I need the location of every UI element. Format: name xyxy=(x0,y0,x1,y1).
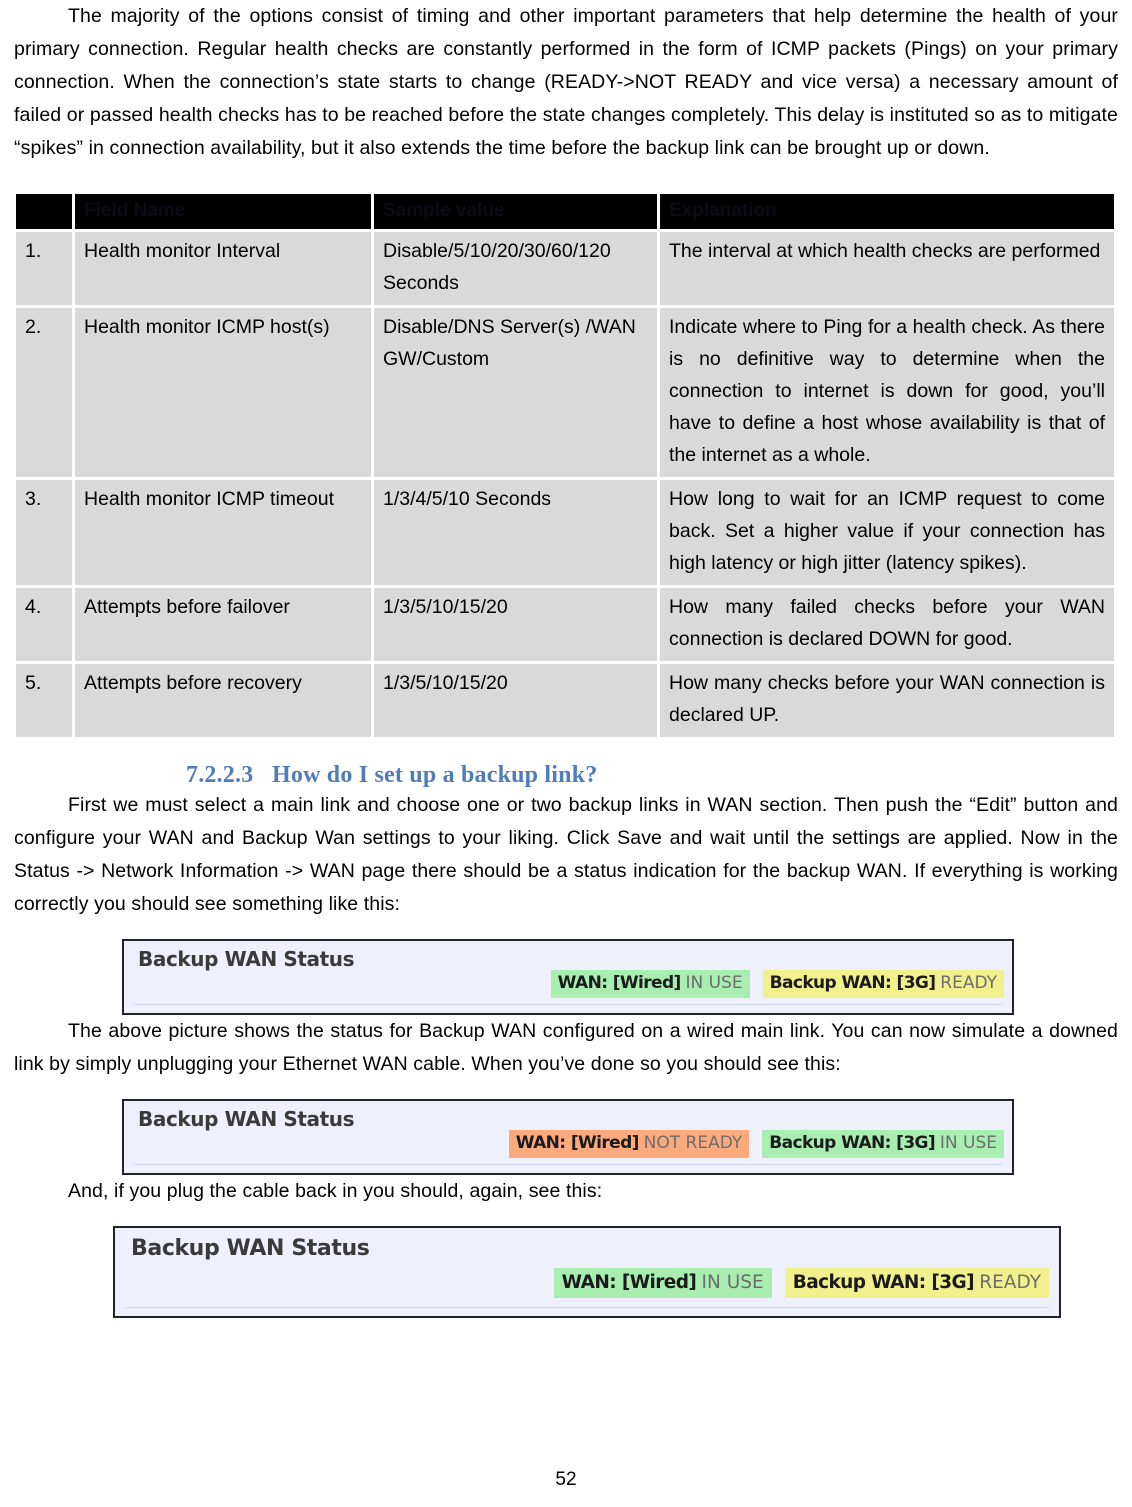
table-header-num xyxy=(16,194,72,229)
row-field-name: Health monitor ICMP host(s) xyxy=(75,308,371,477)
status-badge-backup-wan: Backup WAN: [3G] READY xyxy=(762,970,1004,998)
status-badge-row: WAN: [Wired] IN USE Backup WAN: [3G] REA… xyxy=(553,1268,1049,1298)
badge-state: READY xyxy=(979,1272,1041,1293)
panel-divider xyxy=(134,1004,1002,1005)
row-explanation: The interval at which health checks are … xyxy=(660,232,1114,305)
row-sample-value: Disable/DNS Server(s) /WAN GW/Custom xyxy=(374,308,657,477)
row-sample-value: 1/3/5/10/15/20 xyxy=(374,664,657,737)
intro-paragraph: The majority of the options consist of t… xyxy=(14,5,1118,159)
badge-label: Backup WAN: [3G] xyxy=(769,973,936,993)
health-monitor-options-table: Field Name Sample value Explanation 1. H… xyxy=(13,191,1117,740)
table-header-value: Sample value xyxy=(374,194,657,229)
badge-label: WAN: [Wired] xyxy=(515,1133,640,1153)
status-badge-wan: WAN: [Wired] NOT READY xyxy=(508,1130,750,1158)
badge-label: Backup WAN: [3G] xyxy=(769,1133,936,1153)
table-row: 2. Health monitor ICMP host(s) Disable/D… xyxy=(16,308,1114,477)
backup-wan-status-panel: Backup WAN Status WAN: [Wired] IN USE Ba… xyxy=(113,1226,1066,1323)
row-number: 4. xyxy=(16,588,72,661)
status-badge-backup-wan: Backup WAN: [3G] IN USE xyxy=(762,1130,1004,1158)
above-picture-paragraph: The above picture shows the status for B… xyxy=(14,1020,1118,1075)
status-badge-wan: WAN: [Wired] IN USE xyxy=(550,970,750,998)
backup-wan-status-panel: Backup WAN Status WAN: [Wired] NOT READY… xyxy=(122,1099,1019,1180)
panel-title: Backup WAN Status xyxy=(131,1236,370,1261)
panel-divider xyxy=(125,1307,1049,1308)
row-sample-value: Disable/5/10/20/30/60/120 Seconds xyxy=(374,232,657,305)
panel-divider xyxy=(134,1164,1002,1165)
row-number: 2. xyxy=(16,308,72,477)
row-field-name: Health monitor ICMP timeout xyxy=(75,480,371,585)
table-header-field: Field Name xyxy=(75,194,371,229)
howto-paragraph: First we must select a main link and cho… xyxy=(14,794,1118,915)
badge-label: WAN: [Wired] xyxy=(561,1272,697,1293)
status-badge-row: WAN: [Wired] IN USE Backup WAN: [3G] REA… xyxy=(550,970,1004,998)
row-explanation: How many failed checks before your WAN c… xyxy=(660,588,1114,661)
badge-state: IN USE xyxy=(939,1133,997,1153)
row-number: 3. xyxy=(16,480,72,585)
panel-title: Backup WAN Status xyxy=(138,1107,355,1131)
section-number: 7.2.2.3 xyxy=(186,762,254,788)
row-explanation: How long to wait for an ICMP request to … xyxy=(660,480,1114,585)
section-heading: 7.2.2.3 How do I set up a backup link? xyxy=(14,762,1118,789)
screenshot-backup-wan-status-2: Backup WAN Status WAN: [Wired] NOT READY… xyxy=(14,1099,1118,1180)
screenshot-backup-wan-status-3: Backup WAN Status WAN: [Wired] IN USE Ba… xyxy=(14,1226,1118,1323)
plug-back-paragraph: And, if you plug the cable back in you s… xyxy=(68,1180,603,1202)
status-badge-row: WAN: [Wired] NOT READY Backup WAN: [3G] … xyxy=(508,1130,1004,1158)
badge-state: IN USE xyxy=(701,1272,764,1293)
table-header-expl: Explanation xyxy=(660,194,1114,229)
table-row: 1. Health monitor Interval Disable/5/10/… xyxy=(16,232,1114,305)
status-badge-wan: WAN: [Wired] IN USE xyxy=(553,1268,772,1298)
badge-state: READY xyxy=(940,973,997,993)
backup-wan-status-panel: Backup WAN Status WAN: [Wired] IN USE Ba… xyxy=(122,939,1019,1020)
row-explanation: How many checks before your WAN connecti… xyxy=(660,664,1114,737)
section-title: How do I set up a backup link? xyxy=(272,762,598,788)
row-sample-value: 1/3/4/5/10 Seconds xyxy=(374,480,657,585)
badge-label: WAN: [Wired] xyxy=(557,973,682,993)
table-row: 5. Attempts before recovery 1/3/5/10/15/… xyxy=(16,664,1114,737)
row-field-name: Health monitor Interval xyxy=(75,232,371,305)
badge-state: NOT READY xyxy=(643,1133,743,1153)
row-number: 1. xyxy=(16,232,72,305)
page-number: 52 xyxy=(555,1469,577,1490)
panel-title: Backup WAN Status xyxy=(138,947,355,971)
row-explanation: Indicate where to Ping for a health chec… xyxy=(660,308,1114,477)
table-header-row: Field Name Sample value Explanation xyxy=(16,194,1114,229)
row-field-name: Attempts before failover xyxy=(75,588,371,661)
row-number: 5. xyxy=(16,664,72,737)
row-sample-value: 1/3/5/10/15/20 xyxy=(374,588,657,661)
screenshot-backup-wan-status-1: Backup WAN Status WAN: [Wired] IN USE Ba… xyxy=(14,939,1118,1020)
table-row: 4. Attempts before failover 1/3/5/10/15/… xyxy=(16,588,1114,661)
badge-state: IN USE xyxy=(685,973,743,993)
row-field-name: Attempts before recovery xyxy=(75,664,371,737)
document-page: The majority of the options consist of t… xyxy=(0,0,1132,1507)
status-badge-backup-wan: Backup WAN: [3G] READY xyxy=(784,1268,1049,1298)
badge-label: Backup WAN: [3G] xyxy=(792,1272,975,1293)
table-row: 3. Health monitor ICMP timeout 1/3/4/5/1… xyxy=(16,480,1114,585)
